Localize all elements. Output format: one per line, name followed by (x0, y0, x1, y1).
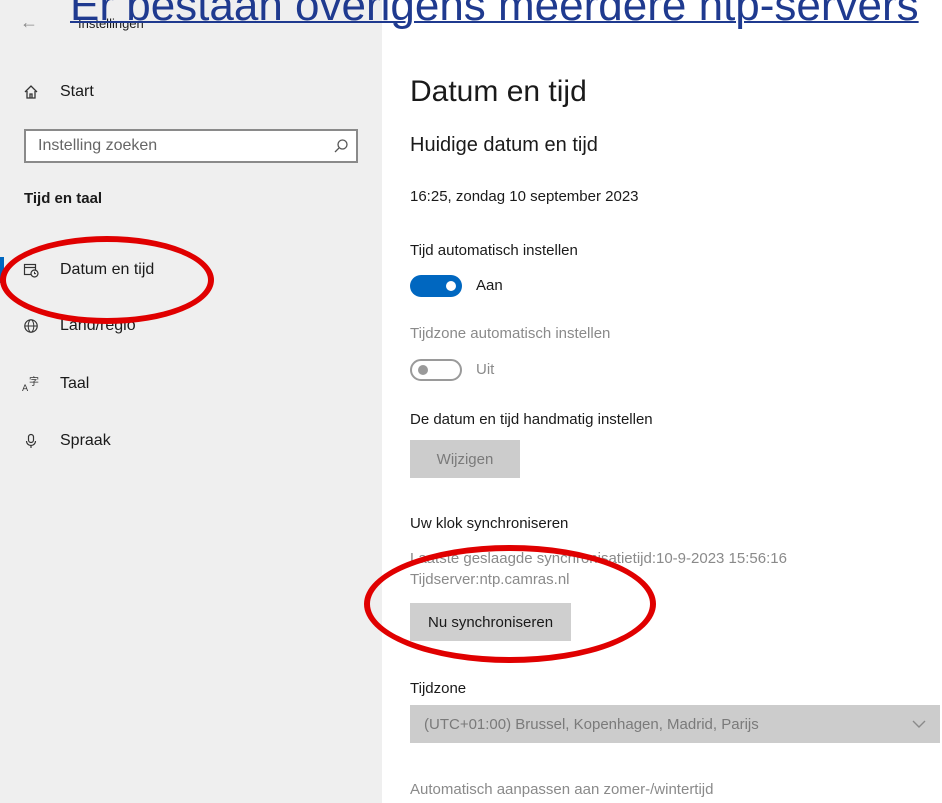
dst-label: Automatisch aanpassen aan zomer-/wintert… (410, 781, 714, 798)
last-sync-time: Laatste geslaagde synchronisatietijd:10-… (410, 550, 787, 567)
page-title: Datum en tijd (410, 75, 587, 108)
sidebar-item-spraak[interactable]: Spraak (0, 419, 382, 463)
manual-datetime-label: De datum en tijd handmatig instellen (410, 411, 653, 428)
sidebar-item-label: Taal (60, 375, 90, 392)
sidebar-item-home[interactable]: Start (0, 70, 382, 114)
search-icon[interactable] (326, 138, 356, 154)
auto-time-label: Tijd automatisch instellen (410, 242, 578, 259)
change-button[interactable]: Wijzigen (410, 440, 520, 478)
sync-now-button[interactable]: Nu synchroniseren (410, 603, 572, 641)
current-datetime-heading: Huidige datum en tijd (410, 134, 598, 156)
microphone-icon (12, 433, 50, 449)
auto-time-state: Aan (476, 277, 503, 294)
sidebar-item-label: Start (60, 83, 94, 100)
back-arrow-icon[interactable]: ← (20, 12, 38, 32)
svg-text:字: 字 (29, 376, 39, 388)
auto-timezone-state: Uit (476, 361, 495, 378)
search-box[interactable] (24, 129, 358, 163)
sidebar-item-datum-en-tijd[interactable]: Datum en tijd (0, 248, 382, 292)
section-title: Tijd en taal (24, 190, 103, 207)
time-server: Tijdserver:ntp.camras.nl (410, 571, 570, 588)
auto-timezone-toggle[interactable] (410, 359, 462, 381)
chevron-down-icon (912, 716, 926, 733)
timezone-select[interactable]: (UTC+01:00) Brussel, Kopenhagen, Madrid,… (410, 705, 940, 743)
timezone-label: Tijdzone (410, 680, 467, 697)
sidebar-item-label: Land/regio (60, 317, 136, 334)
sidebar-item-taal[interactable]: A字 Taal (0, 362, 382, 406)
settings-window: ← Instellingen Start Tijd en taal Datum … (0, 0, 942, 803)
search-input[interactable] (26, 136, 326, 156)
auto-time-toggle[interactable] (410, 275, 462, 297)
sidebar-item-label: Datum en tijd (60, 261, 155, 278)
calendar-clock-icon (12, 262, 50, 278)
language-icon: A字 (12, 376, 50, 392)
main-content: Datum en tijd Huidige datum en tijd 16:2… (410, 0, 942, 803)
sidebar-item-label: Spraak (60, 432, 111, 449)
svg-text:A: A (22, 384, 29, 392)
globe-icon (12, 318, 50, 334)
sync-clock-label: Uw klok synchroniseren (410, 515, 569, 532)
current-datetime: 16:25, zondag 10 september 2023 (410, 188, 639, 205)
auto-timezone-label: Tijdzone automatisch instellen (410, 325, 611, 342)
sidebar: ← Instellingen Start Tijd en taal Datum … (0, 0, 382, 803)
overlay-heading: Er bestaan overigens meerdere ntp-server… (70, 0, 919, 30)
sidebar-item-land-regio[interactable]: Land/regio (0, 304, 382, 348)
home-icon (12, 84, 50, 100)
timezone-value: (UTC+01:00) Brussel, Kopenhagen, Madrid,… (424, 715, 759, 733)
